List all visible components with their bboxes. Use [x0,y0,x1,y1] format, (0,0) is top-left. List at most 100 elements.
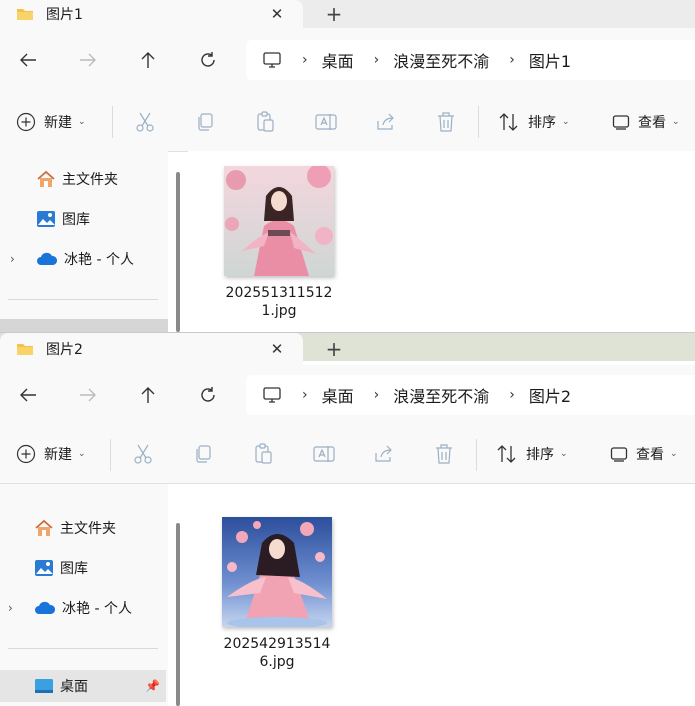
chevron-right-icon[interactable]: › [10,252,15,266]
back-arrow-icon[interactable] [16,383,40,407]
view-button[interactable]: 查看 ⌄ [610,425,678,483]
nav-item-desktop[interactable]: 桌面 📌 [0,670,166,702]
nav-item-home[interactable]: 主文件夹 [0,163,168,195]
chevron-right-icon[interactable]: › [374,52,380,68]
view-icon [610,447,628,462]
delete-button[interactable] [434,425,454,483]
up-arrow-icon[interactable] [136,383,160,407]
nav-item-onedrive[interactable]: › 冰艳 - 个人 [0,592,166,624]
file-name-line: 1.jpg [261,303,297,319]
cut-button[interactable] [135,92,155,151]
tab-title: 图片1 [46,7,83,23]
address-bar[interactable]: › 桌面 › 浪漫至死不渝 › 图片2 [246,375,695,415]
paste-button[interactable] [255,92,275,151]
chevron-right-icon[interactable]: › [8,601,13,615]
cut-icon [134,444,152,464]
file-name-line: 202551311512 [225,285,333,301]
delete-icon [438,111,454,132]
new-button[interactable]: 新建 ⌄ [16,425,86,483]
nav-item-onedrive[interactable]: › 冰艳 - 个人 [0,243,168,275]
chevron-down-icon: ⌄ [562,116,570,127]
chevron-right-icon[interactable]: › [509,387,515,403]
breadcrumb-desktop[interactable]: 桌面 [322,48,354,72]
view-icon [612,114,630,130]
nav-label-gallery: 图库 [62,212,90,228]
view-label: 查看 [636,447,664,463]
new-label: 新建 [44,114,72,131]
share-button[interactable] [375,92,397,151]
breadcrumb-folder[interactable]: 浪漫至死不渝 [393,383,489,407]
chevron-right-icon[interactable]: › [374,387,380,403]
nav-item-home[interactable]: 主文件夹 [0,512,166,544]
navigation-bar: › 桌面 › 浪漫至死不渝 › 图片1 [0,28,695,92]
scrollbar[interactable] [176,172,180,332]
file-name-line: 202542913514 [223,636,331,652]
copy-icon [198,112,213,131]
nav-label-desktop: 桌面 [60,679,88,695]
command-bar: 新建 ⌄ 排序 ⌄ 查看 ⌄ [0,92,695,152]
new-button[interactable]: 新建 ⌄ [16,92,86,151]
nav-label-gallery: 图库 [60,561,88,577]
divider [8,648,158,649]
share-icon [375,445,392,462]
explorer-window-1: 图片1 ✕ + › 桌面 › 浪漫至死不渝 › 图片1 新建 ⌄ 排序 ⌄ 查看… [0,0,695,332]
delete-button[interactable] [436,92,456,151]
divider [8,299,158,300]
delete-icon [436,444,452,464]
sort-label: 排序 [526,447,554,463]
breadcrumb-desktop[interactable]: 桌面 [322,383,354,407]
image-thumbnail [222,517,332,627]
back-arrow-icon[interactable] [16,48,40,72]
paste-button[interactable] [253,425,273,483]
chevron-right-icon[interactable]: › [302,52,308,68]
sort-button[interactable]: 排序 ⌄ [496,425,568,483]
nav-item-gallery[interactable]: 图库 [0,203,168,235]
chevron-down-icon: ⌄ [78,449,86,459]
up-arrow-icon[interactable] [136,48,160,72]
nav-item-desktop[interactable] [0,319,168,332]
nav-label-home: 主文件夹 [62,172,118,188]
chevron-right-icon[interactable]: › [302,387,308,403]
view-button[interactable]: 查看 ⌄ [612,92,680,151]
refresh-icon[interactable] [196,48,220,72]
computer-icon[interactable] [262,51,282,69]
copy-button[interactable] [195,92,215,151]
cut-button[interactable] [133,425,153,483]
nav-item-gallery[interactable]: 图库 [0,552,166,584]
forward-arrow-icon[interactable] [76,383,100,407]
breadcrumb-current[interactable]: 图片2 [529,383,571,407]
rename-button[interactable] [315,92,337,151]
chevron-down-icon: ⌄ [78,116,86,127]
file-item[interactable]: 202551311512 1.jpg [214,166,344,320]
nav-label-home: 主文件夹 [60,521,116,537]
scrollbar[interactable] [176,523,180,706]
command-bar: 新建 ⌄ 排序 ⌄ 查看 ⌄ [0,425,695,484]
navigation-pane: 主文件夹 图库 › 冰艳 - 个人 [0,151,168,332]
breadcrumb-current[interactable]: 图片1 [529,48,571,72]
separator [112,106,113,138]
chevron-right-icon[interactable]: › [509,52,515,68]
sort-icon [499,112,518,131]
close-icon[interactable]: ✕ [265,2,289,26]
file-item[interactable]: 202542913514 6.jpg [212,517,342,671]
folder-icon [16,7,34,21]
share-button[interactable] [373,425,395,483]
gallery-icon [36,210,56,228]
forward-arrow-icon[interactable] [76,48,100,72]
separator [476,439,477,471]
plus-icon[interactable]: + [322,337,346,361]
share-icon [377,113,394,130]
plus-icon[interactable]: + [322,2,346,26]
breadcrumb-folder[interactable]: 浪漫至死不渝 [393,48,489,72]
rename-button[interactable] [313,425,335,483]
computer-icon[interactable] [262,386,282,404]
tab-strip: 图片1 ✕ + [0,0,695,28]
tab-pictures-1[interactable]: 图片1 ✕ [0,0,303,28]
refresh-icon[interactable] [196,383,220,407]
tab-pictures-2[interactable]: 图片2 ✕ [0,333,303,365]
close-icon[interactable]: ✕ [265,337,289,361]
address-bar[interactable]: › 桌面 › 浪漫至死不渝 › 图片1 [246,40,695,80]
copy-button[interactable] [193,425,213,483]
sort-button[interactable]: 排序 ⌄ [498,92,570,151]
pin-icon[interactable]: 📌 [145,679,160,693]
